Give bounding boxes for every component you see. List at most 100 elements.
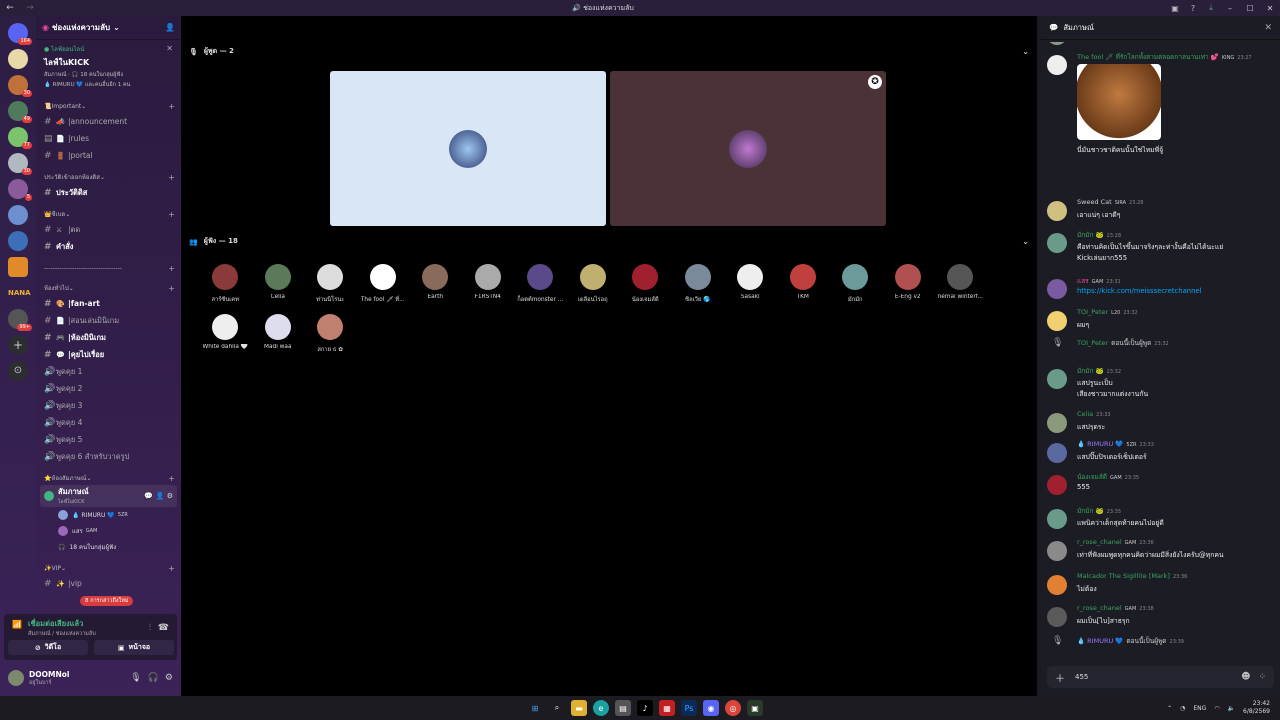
back-arrow-icon[interactable]: ← xyxy=(0,3,20,13)
message-author[interactable]: มักมัก 🐸 xyxy=(1077,367,1104,375)
message-field[interactable]: 455 xyxy=(1075,673,1233,681)
category-important[interactable]: 📜 Important ⌄ + xyxy=(36,99,181,113)
category-vip[interactable]: ✨ VIP ⌄ + xyxy=(36,561,181,575)
category-punish[interactable]: 👑 ซีเบด ⌄ + xyxy=(36,207,181,221)
message-author[interactable]: 💧 RIMURU 💙 xyxy=(1077,440,1123,448)
message-author[interactable]: TOI_Peter xyxy=(1077,308,1108,316)
help-icon[interactable]: ? xyxy=(1184,4,1202,13)
server-icon[interactable] xyxy=(8,257,28,277)
channel-punish[interactable]: # ⚔ | ตด xyxy=(36,221,181,238)
channel-command[interactable]: # คำสั่ง xyxy=(36,238,181,255)
avatar[interactable] xyxy=(1047,443,1067,463)
speakers-header[interactable]: 🎙 ผู้พูด — 2 ⌄ xyxy=(189,46,1029,57)
server-icon[interactable]: 30 xyxy=(8,153,32,175)
server-icon[interactable]: 77 xyxy=(8,127,32,149)
listener-item[interactable]: เดลีอนไรอถุ xyxy=(567,264,620,314)
avatar[interactable] xyxy=(1047,55,1067,75)
channel-fan-art[interactable]: # 🎨 | fan-art xyxy=(36,295,181,312)
new-mentions-pill[interactable]: 8 การกล่าวถึงใหม่ xyxy=(80,596,134,606)
stage-user[interactable]: แสร GAM xyxy=(36,523,181,539)
listener-item[interactable]: Madi waa xyxy=(252,314,305,364)
close-window-button[interactable]: ✕ xyxy=(1260,4,1280,13)
listener-item[interactable]: มักมัก xyxy=(829,264,882,314)
channel-minigame[interactable]: # 🎮 | ห้องมินิเกม xyxy=(36,329,181,346)
listener-item[interactable]: Sasaki xyxy=(724,264,777,314)
edge-icon[interactable]: e xyxy=(593,700,609,716)
stage-channel-active[interactable]: สัมภาษณ์ ไลฟ์ในKICK 💬 👤 ⚙ xyxy=(40,485,177,507)
avatar[interactable] xyxy=(1047,413,1067,433)
channel-history[interactable]: # ประวัติดิส xyxy=(36,184,181,201)
emoji-icon[interactable]: ☻ xyxy=(1241,672,1250,682)
voice-channel-1[interactable]: 🔊 พูดคุย 1 xyxy=(36,363,181,380)
avatar[interactable] xyxy=(8,670,24,686)
server-icon-active[interactable] xyxy=(8,205,28,225)
server-icon[interactable] xyxy=(8,231,28,251)
headphones-icon[interactable]: 🎧 xyxy=(148,673,159,683)
microphone-icon[interactable]: 🎙 xyxy=(130,673,141,683)
server-icon[interactable]: 5 xyxy=(8,179,32,201)
listener-item[interactable]: F1RSTN4 xyxy=(462,264,515,314)
message-author[interactable]: Malcador The Sigillite [Mark] xyxy=(1077,572,1170,580)
tray-app-icon[interactable]: ◔ xyxy=(1180,705,1185,712)
voice-channel-4[interactable]: 🔊 พูดคุย 4 xyxy=(36,414,181,431)
wifi-icon[interactable]: ◠ xyxy=(1214,705,1219,712)
file-explorer-icon[interactable]: ▬ xyxy=(571,700,587,716)
voice-channel-5[interactable]: 🔊 พูดคุย 5 xyxy=(36,431,181,448)
store-icon[interactable]: ▤ xyxy=(615,700,631,716)
message-author[interactable]: r_rose_chanel xyxy=(1077,538,1122,546)
channel-howto[interactable]: # 📄 | สอนเล่นมินิเกม xyxy=(36,312,181,329)
windows-start-icon[interactable]: ⊞ xyxy=(527,700,543,716)
language-indicator[interactable]: ENG xyxy=(1193,705,1206,712)
avatar[interactable] xyxy=(1047,475,1067,495)
download-icon[interactable]: ⤓ xyxy=(1202,3,1220,13)
discord-icon[interactable]: ◉ xyxy=(703,700,719,716)
speaker-tile[interactable]: ✪ xyxy=(610,71,886,226)
avatar[interactable] xyxy=(1047,311,1067,331)
gear-icon[interactable]: ⚙ xyxy=(165,673,173,683)
minimize-button[interactable]: – xyxy=(1220,4,1240,13)
listener-item[interactable]: White dahlia 🤍 xyxy=(199,314,252,364)
close-icon[interactable]: ✕ xyxy=(1264,23,1272,33)
add-server-icon[interactable]: + xyxy=(8,335,28,355)
listener-item[interactable]: สาร์ซีนเคท xyxy=(199,264,252,314)
volume-icon[interactable]: 🔈 xyxy=(1228,705,1235,712)
listener-item[interactable]: ท่านนิโรนะ xyxy=(304,264,357,314)
apps-icon[interactable]: ⁘ xyxy=(1258,672,1266,682)
channel-vip[interactable]: # ✨ | vip xyxy=(36,575,181,592)
add-channel-icon[interactable]: + xyxy=(168,102,175,111)
listeners-header[interactable]: 👥 ผู้ฟัง — 18 ⌄ xyxy=(189,236,1029,247)
noise-suppression-icon[interactable]: ⫶ xyxy=(149,623,151,633)
listener-item[interactable]: Earth xyxy=(409,264,462,314)
forward-arrow-icon[interactable]: → xyxy=(20,3,40,13)
avatar[interactable] xyxy=(1047,201,1067,221)
message-author[interactable]: น้องเจมส์ดี xyxy=(1077,473,1107,481)
video-button[interactable]: ⊘ วิดีโอ xyxy=(8,640,88,655)
message-author[interactable]: Sweed Cat xyxy=(1077,198,1112,206)
message-author[interactable]: แสร xyxy=(1077,277,1089,285)
message-author[interactable]: The fool 🗡 ที่รักโลกทั้งสามตลอดกาลนานเท่… xyxy=(1077,53,1219,61)
avatar[interactable] xyxy=(1047,369,1067,389)
avatar[interactable] xyxy=(1047,575,1067,595)
message-author[interactable]: Celia xyxy=(1077,410,1093,418)
listener-item[interactable]: ซิลเวีย 🌎 xyxy=(672,264,725,314)
avatar[interactable] xyxy=(1047,233,1067,253)
server-header[interactable]: ◉ ช่องแห่งความลับ ⌄ 👤 xyxy=(36,16,181,40)
server-icon[interactable]: 49 xyxy=(8,101,32,123)
voice-channel-3[interactable]: 🔊 พูดคุย 3 xyxy=(36,397,181,414)
channel-chat[interactable]: # 💬 | คุยไปเรื่อย xyxy=(36,346,181,363)
listener-item[interactable]: nemai winterf... xyxy=(934,264,987,314)
server-icon[interactable]: 99+ xyxy=(8,309,32,331)
disconnect-icon[interactable]: ☎ xyxy=(158,623,169,633)
clock[interactable]: 23:42 6/8/2569 xyxy=(1243,700,1270,716)
listener-item[interactable]: Celia xyxy=(252,264,305,314)
avatar[interactable] xyxy=(1047,541,1067,561)
server-icon[interactable] xyxy=(8,49,28,69)
listener-item[interactable]: The fool 🗡 ที่... xyxy=(357,264,410,314)
stage-user[interactable]: 💧 RIMURU 💙 5ZR xyxy=(36,507,181,523)
avatar[interactable] xyxy=(1047,42,1067,45)
chat-input[interactable]: ＋ 455 ☻ ⁘ xyxy=(1047,666,1274,688)
search-icon[interactable]: ⌕ xyxy=(549,700,565,716)
avatar[interactable] xyxy=(1047,607,1067,627)
app-icon[interactable]: ▦ xyxy=(659,700,675,716)
category-stage[interactable]: ⭐ ห้องสัมภาษณ์ ⌄ + xyxy=(36,471,181,485)
